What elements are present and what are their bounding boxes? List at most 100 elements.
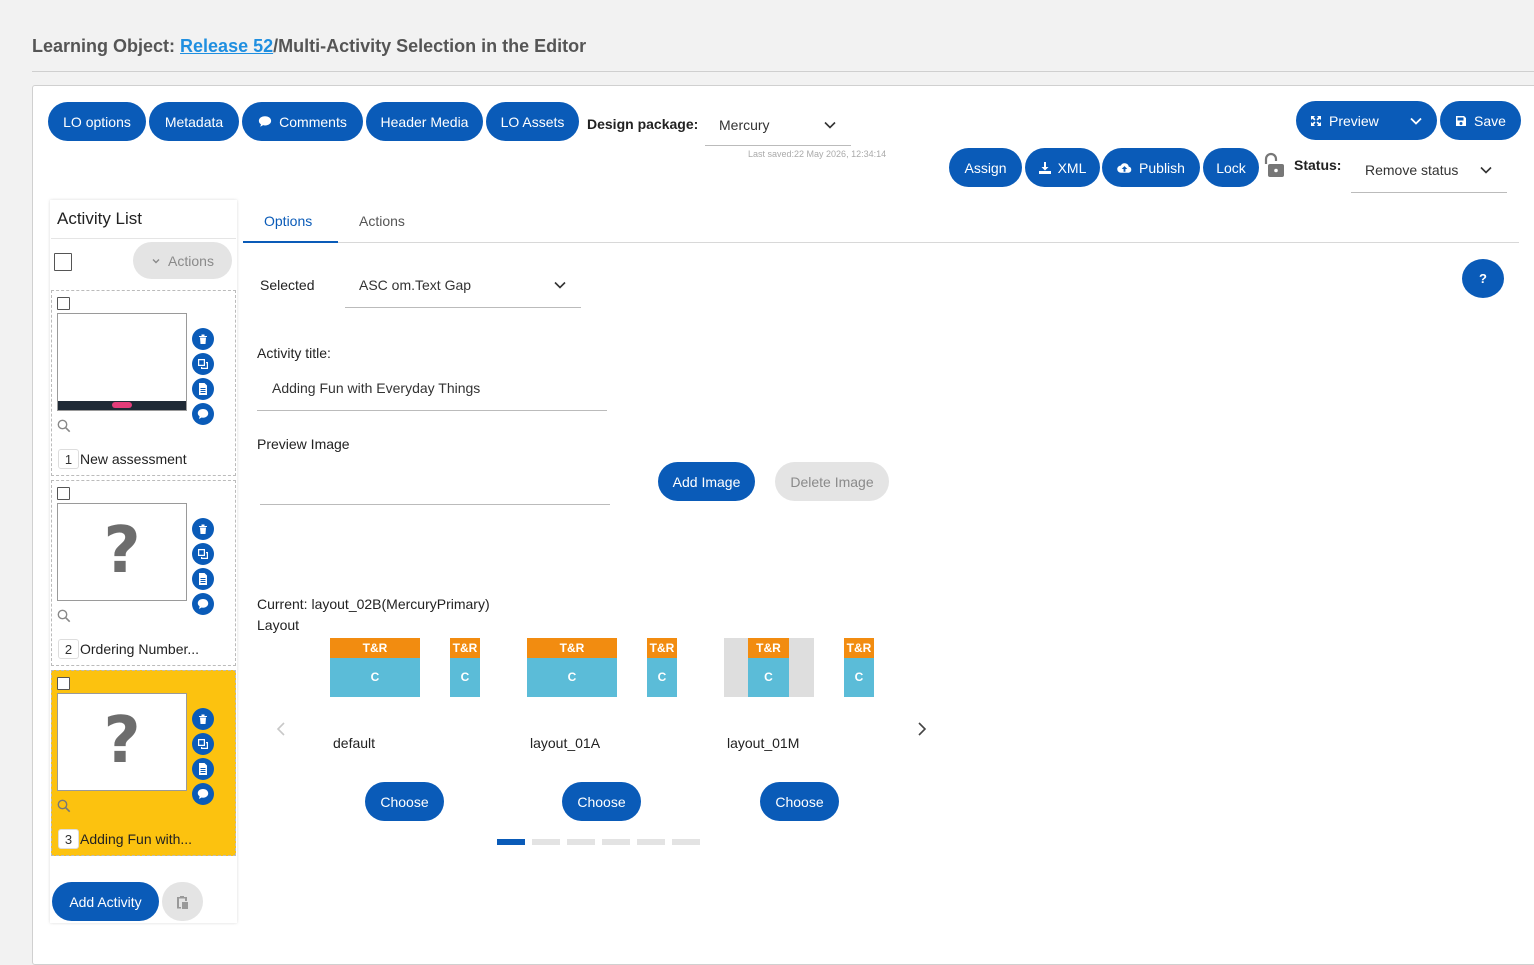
selected-label: Selected <box>260 277 315 293</box>
duplicate-activity-icon[interactable] <box>192 733 214 755</box>
layout-name: layout_01M <box>727 735 800 751</box>
activity-list-divider <box>51 238 236 239</box>
design-package-select[interactable]: Mercury <box>705 104 851 146</box>
lo-options-button[interactable]: LO options <box>48 102 146 141</box>
preview-button[interactable]: Preview <box>1296 101 1437 140</box>
carousel-page-dot[interactable] <box>602 839 630 845</box>
layout-header-block: T&R <box>330 638 420 658</box>
chevron-down-icon <box>554 281 566 289</box>
layout-label: Layout <box>257 617 300 633</box>
download-icon <box>1038 161 1051 174</box>
help-button[interactable]: ? <box>1462 259 1504 298</box>
activity-title-input[interactable]: Adding Fun with Everyday Things <box>272 380 480 396</box>
activity-card[interactable]: 1 New assessment <box>51 290 236 476</box>
duplicate-activity-icon[interactable] <box>192 543 214 565</box>
layout-header-block: T&R <box>748 638 789 658</box>
carousel-page-dot[interactable] <box>672 839 700 845</box>
tabs-divider <box>243 242 1519 243</box>
comment-icon[interactable] <box>192 593 214 615</box>
lock-button[interactable]: Lock <box>1203 148 1259 187</box>
comments-button[interactable]: Comments <box>242 102 363 141</box>
expand-icon <box>1311 115 1321 126</box>
unlock-icon <box>1264 152 1284 177</box>
add-image-button[interactable]: Add Image <box>658 462 755 501</box>
publish-button[interactable]: Publish <box>1102 148 1200 187</box>
carousel-next-icon[interactable] <box>915 721 929 737</box>
selected-activity-select[interactable]: ASC om.Text Gap <box>345 263 581 308</box>
layout-name: default <box>333 735 376 751</box>
page-title-suffix: /Multi-Activity Selection in the Editor <box>273 36 587 56</box>
activity-name: Ordering Number... <box>80 641 200 657</box>
save-button[interactable]: Save <box>1440 101 1521 140</box>
editor-panel <box>32 85 1534 965</box>
carousel-page-dot[interactable] <box>637 839 665 845</box>
actions-dropdown-button[interactable]: Actions <box>133 242 232 279</box>
comment-icon <box>259 116 272 127</box>
comment-icon[interactable] <box>192 403 214 425</box>
activity-checkbox[interactable] <box>57 297 70 310</box>
document-icon[interactable] <box>192 568 214 590</box>
layout-content-block: C <box>527 658 617 697</box>
assign-button[interactable]: Assign <box>949 148 1022 187</box>
activity-title-label: Activity title: <box>257 345 331 361</box>
document-icon[interactable] <box>192 758 214 780</box>
comment-icon[interactable] <box>192 783 214 805</box>
layout-mobile-content-block: C <box>450 658 480 697</box>
header-media-button[interactable]: Header Media <box>366 102 483 141</box>
activity-thumbnail[interactable]: ? <box>57 503 187 601</box>
carousel-prev-icon[interactable] <box>274 721 288 737</box>
carousel-page-dot[interactable] <box>532 839 560 845</box>
lo-assets-button[interactable]: LO Assets <box>486 102 579 141</box>
design-package-label: Design package: <box>587 116 699 132</box>
zoom-icon[interactable] <box>57 419 71 433</box>
delete-image-button[interactable]: Delete Image <box>775 462 889 501</box>
carousel-page-dot[interactable] <box>567 839 595 845</box>
activity-number: 2 <box>58 639 79 659</box>
preview-dropdown-icon[interactable] <box>1409 114 1423 128</box>
question-mark-icon: ? <box>103 704 141 778</box>
activity-thumbnail[interactable]: ? <box>57 693 187 791</box>
layout-header-block: T&R <box>527 638 617 658</box>
delete-activity-icon[interactable] <box>192 328 214 350</box>
release-link[interactable]: Release 52 <box>180 36 273 56</box>
choose-layout-button[interactable]: Choose <box>760 782 839 821</box>
zoom-icon[interactable] <box>57 799 71 813</box>
select-all-checkbox[interactable] <box>54 253 72 271</box>
activity-card[interactable]: ? 2 Ordering Number... <box>51 480 236 666</box>
choose-layout-button[interactable]: Choose <box>365 782 444 821</box>
layout-mobile-header-block: T&R <box>450 638 480 658</box>
layout-name: layout_01A <box>530 735 601 751</box>
delete-activity-icon[interactable] <box>192 518 214 540</box>
paste-activity-button[interactable] <box>162 882 203 921</box>
preview-image-field[interactable] <box>260 504 610 505</box>
activity-thumbnail[interactable] <box>57 313 187 411</box>
carousel-page-dot[interactable] <box>497 839 525 845</box>
tab-actions[interactable]: Actions <box>359 213 405 229</box>
document-icon[interactable] <box>192 378 214 400</box>
activity-checkbox[interactable] <box>57 487 70 500</box>
activity-checkbox[interactable] <box>57 677 70 690</box>
zoom-icon[interactable] <box>57 609 71 623</box>
metadata-button[interactable]: Metadata <box>149 102 239 141</box>
page-title-prefix: Learning Object: <box>32 36 181 56</box>
status-select[interactable]: Remove status <box>1351 148 1507 193</box>
page-title: Learning Object: Release 52/Multi-Activi… <box>32 36 586 57</box>
delete-activity-icon[interactable] <box>192 708 214 730</box>
add-activity-button[interactable]: Add Activity <box>52 882 159 921</box>
chevron-down-icon <box>152 258 160 263</box>
activity-number: 1 <box>58 449 79 469</box>
activity-number: 3 <box>58 829 79 849</box>
question-mark-icon: ? <box>103 514 141 588</box>
layout-content-block: C <box>748 658 789 697</box>
choose-layout-button[interactable]: Choose <box>562 782 641 821</box>
activity-list-title: Activity List <box>57 209 143 228</box>
tab-options[interactable]: Options <box>264 213 312 229</box>
chevron-down-icon <box>824 121 836 129</box>
activity-card-selected[interactable]: ? 3 Adding Fun with... <box>51 670 236 856</box>
layout-mobile-header-block: T&R <box>647 638 677 658</box>
xml-button[interactable]: XML <box>1025 148 1100 187</box>
activity-title-underline <box>257 410 607 411</box>
duplicate-activity-icon[interactable] <box>192 353 214 375</box>
layout-mobile-content-block: C <box>647 658 677 697</box>
chevron-down-icon <box>1480 166 1492 174</box>
